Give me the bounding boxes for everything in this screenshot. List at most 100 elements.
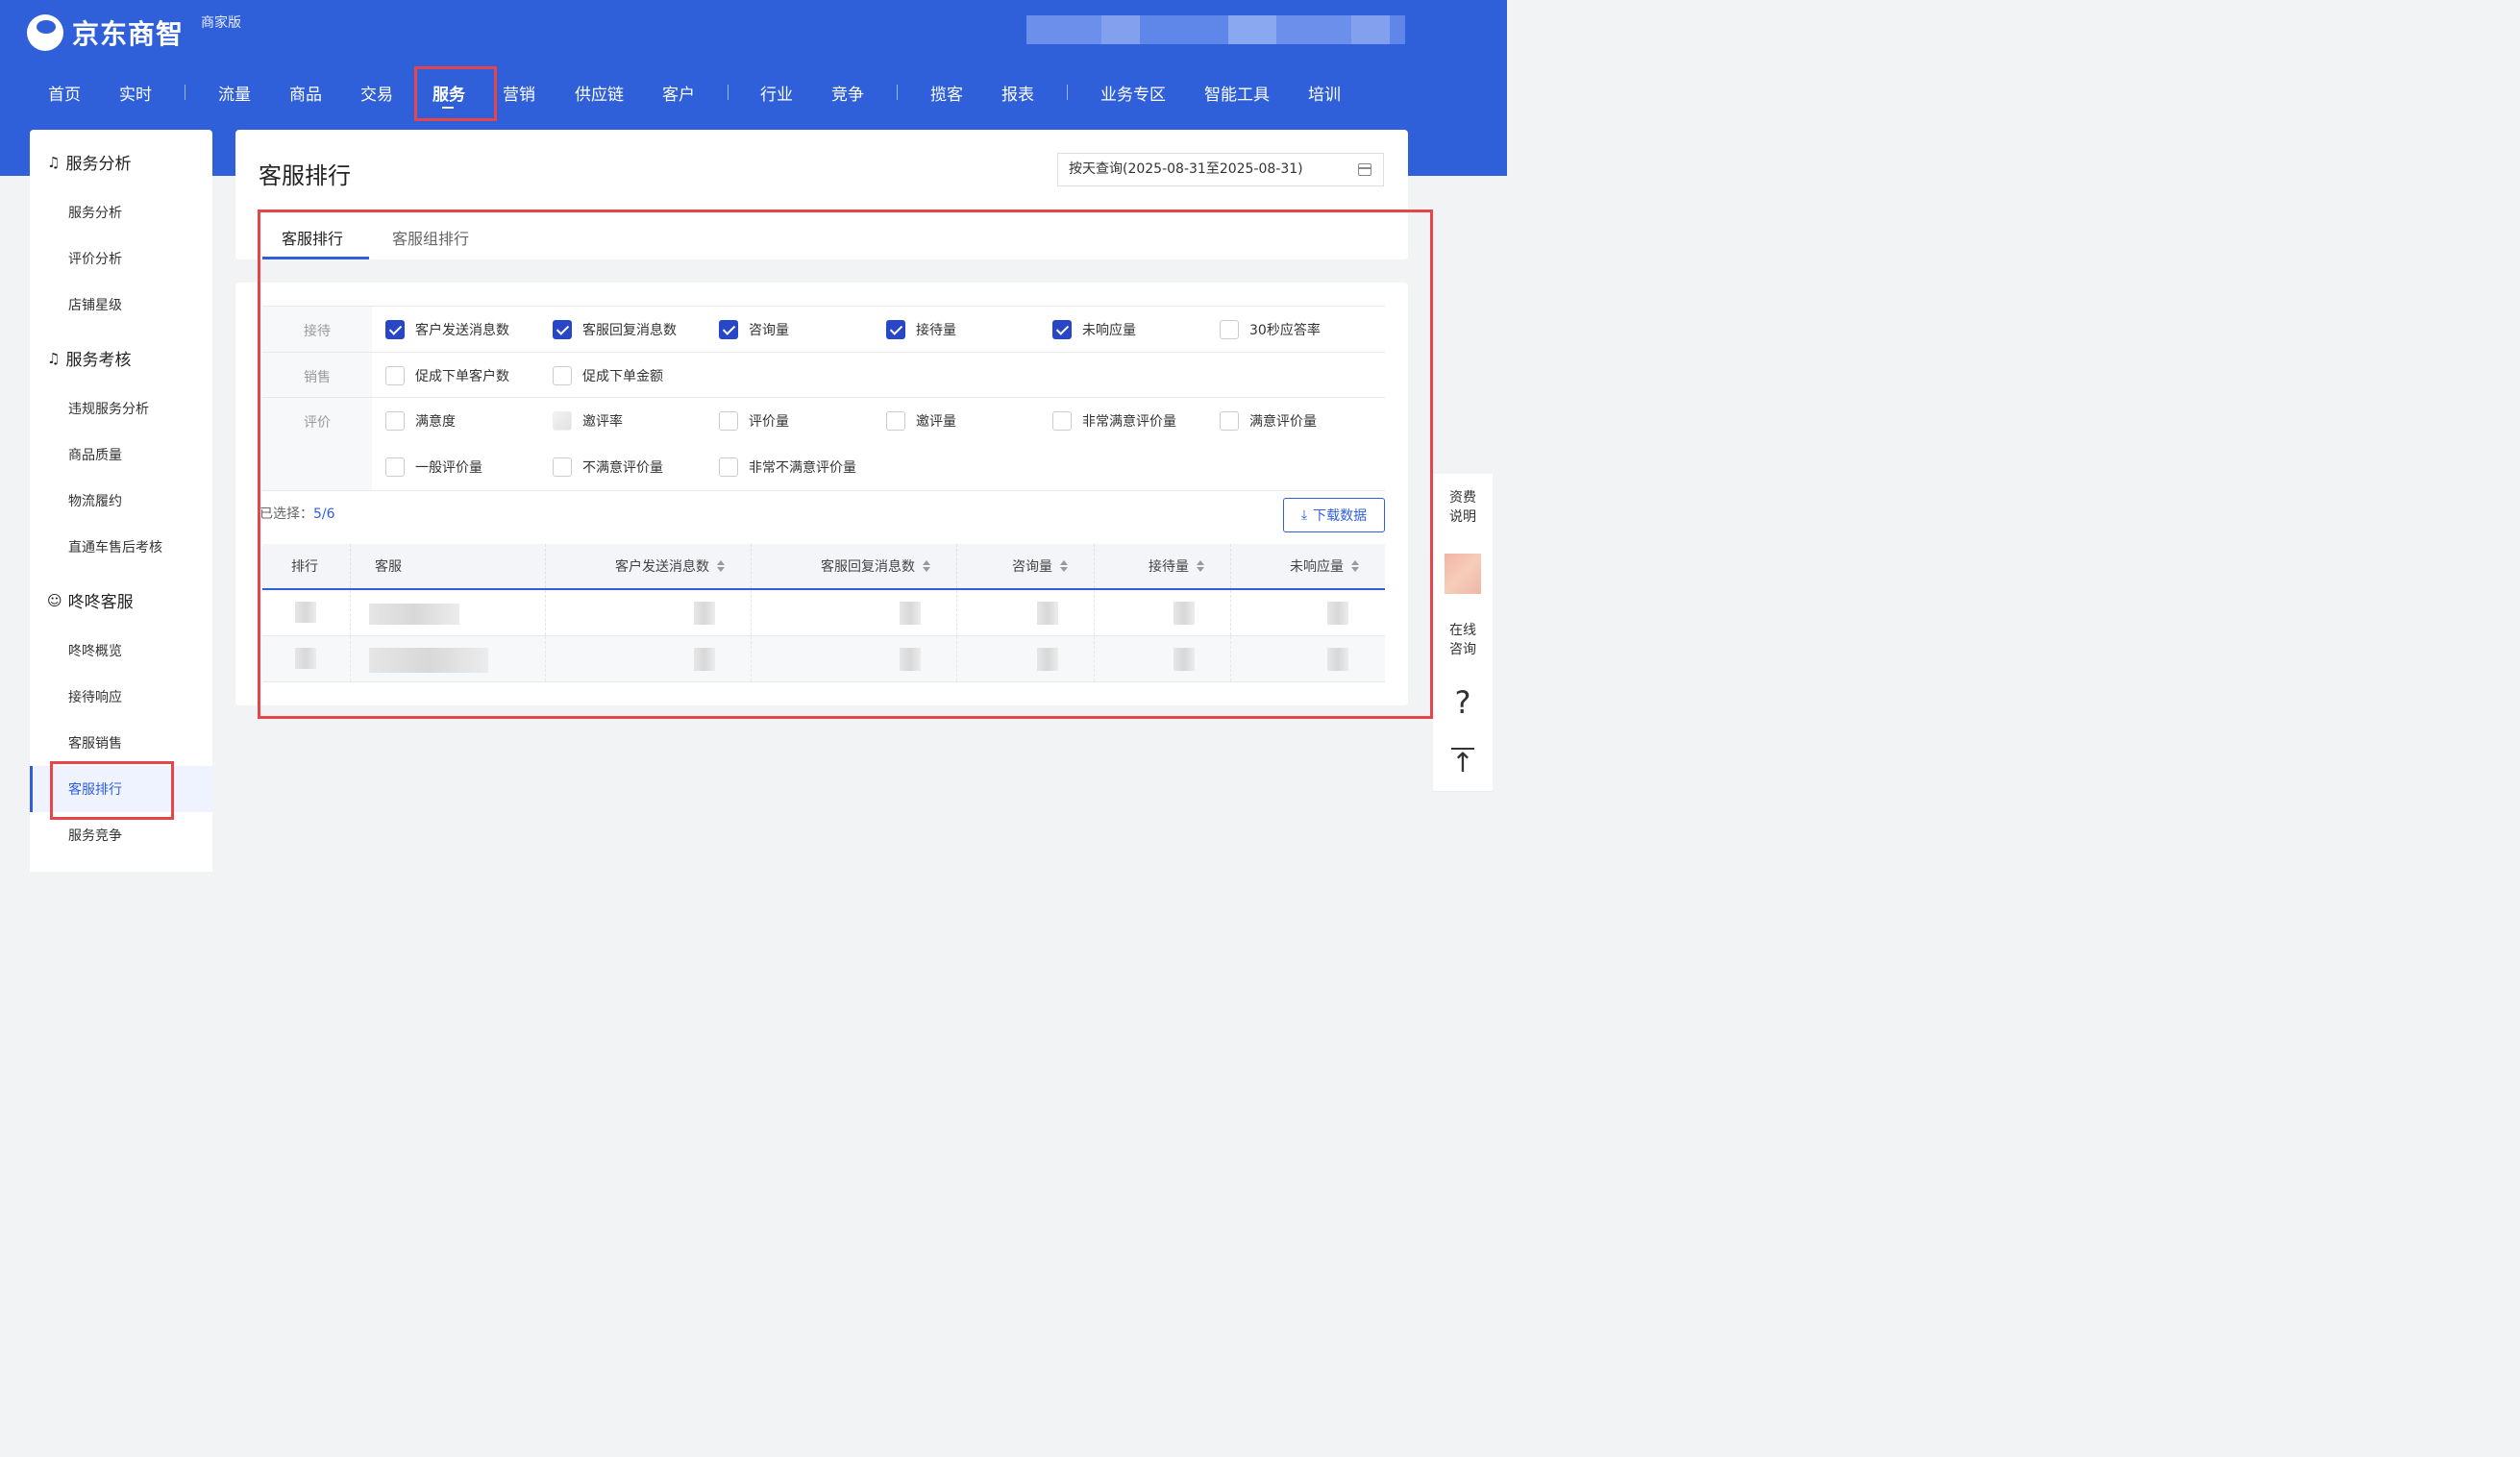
table-cell-blurred <box>957 636 1095 681</box>
nav-item-15[interactable]: 培训 <box>1308 81 1341 105</box>
metric-row-1: 销售 促成下单客户数 促成下单金额 <box>262 352 1385 397</box>
nav-separator <box>897 85 898 100</box>
metric-row-label: 接待 <box>262 307 372 352</box>
sidebar-item[interactable]: 客服销售 <box>68 733 122 753</box>
sidebar-item[interactable]: 违规服务分析 <box>68 399 149 418</box>
nav-item-9[interactable]: 行业 <box>760 81 793 105</box>
selected-count: 已选择：5/6 <box>259 504 335 523</box>
nav-item-8[interactable]: 客户 <box>662 81 695 105</box>
table-row[interactable] <box>262 590 1385 636</box>
nav-item-11[interactable]: 揽客 <box>930 81 963 105</box>
table-cell-blurred <box>351 636 546 681</box>
nav-item-1[interactable]: 实时 <box>119 81 152 105</box>
help-icon[interactable]: ? <box>1433 674 1493 732</box>
sidebar-item[interactable]: 服务分析 <box>68 203 122 222</box>
sort-icon[interactable] <box>717 560 725 572</box>
table-cell-blurred <box>1095 636 1231 681</box>
sort-icon[interactable] <box>1060 560 1068 572</box>
date-picker[interactable]: 按天查询(2025-08-31至2025-08-31) <box>1057 153 1384 186</box>
download-button[interactable]: ⤓ 下载数据 <box>1283 498 1385 532</box>
ranking-table: 排行 客服 客户发送消息数 客服回复消息数 咨询量 接待量 未响应量 <box>262 544 1385 682</box>
promo-thumbnail[interactable] <box>1433 541 1493 607</box>
column-header-label: 客户发送消息数 <box>615 559 709 575</box>
checkbox-icon <box>1052 411 1072 431</box>
metric-checkbox[interactable]: 非常不满意评价量 <box>719 457 856 477</box>
metric-checkbox[interactable]: 评价量 <box>719 411 789 431</box>
nav-item-7[interactable]: 供应链 <box>575 81 624 105</box>
metric-checkbox[interactable]: 促成下单金额 <box>553 366 663 385</box>
sidebar-item[interactable]: 店铺星级 <box>68 295 122 314</box>
nav-item-10[interactable]: 竞争 <box>831 81 864 105</box>
metric-checkbox[interactable]: 一般评价量 <box>385 457 482 477</box>
back-to-top-glyph: ↑ <box>1451 747 1474 778</box>
metric-checkbox[interactable]: 邀评量 <box>886 411 956 431</box>
sidebar-item[interactable]: 咚咚概览 <box>68 641 122 660</box>
metric-checkbox[interactable]: 客户发送消息数 <box>385 320 509 339</box>
sidebar-item[interactable]: 客服排行 <box>68 779 122 799</box>
brand-logo[interactable]: 京东商智 <box>27 13 184 52</box>
metric-checkbox-label: 评价量 <box>749 414 789 430</box>
metric-checkbox-label: 接待量 <box>916 323 956 338</box>
user-info-blurred[interactable] <box>1026 15 1405 44</box>
column-header[interactable]: 咨询量 <box>957 544 1095 588</box>
online-consult-button[interactable]: 在线 咨询 <box>1433 606 1493 675</box>
checkbox-icon <box>553 411 572 431</box>
metric-checkbox-label: 满意度 <box>415 414 456 430</box>
sort-icon[interactable] <box>1197 560 1204 572</box>
metric-checkbox[interactable]: 不满意评价量 <box>553 457 663 477</box>
column-header: 客服 <box>351 544 546 588</box>
metric-checkbox[interactable]: 30秒应答率 <box>1220 320 1321 339</box>
tab-agent-ranking[interactable]: 客服排行 <box>282 226 343 249</box>
checkbox-icon <box>886 411 905 431</box>
blurred-value <box>1037 648 1058 671</box>
blurred-value <box>1327 648 1348 671</box>
back-to-top-icon[interactable]: ↑ <box>1433 731 1493 792</box>
sort-icon[interactable] <box>1351 560 1359 572</box>
nav-item-0[interactable]: 首页 <box>48 81 81 105</box>
metric-checkbox[interactable]: 促成下单客户数 <box>385 366 509 385</box>
sidebar-group-1[interactable]: ♫ 服务考核 <box>47 346 131 371</box>
column-header[interactable]: 未响应量 <box>1231 544 1385 588</box>
sidebar-group-2[interactable]: ☺ 咚咚客服 <box>47 588 134 613</box>
sidebar-item[interactable]: 直通车售后考核 <box>68 537 162 556</box>
calendar-icon[interactable] <box>1358 163 1371 176</box>
metric-checkbox-label: 客户发送消息数 <box>415 323 509 338</box>
metric-checkbox[interactable]: 咨询量 <box>719 320 789 339</box>
promo-image <box>1445 554 1481 594</box>
nav-separator <box>1067 85 1068 100</box>
sidebar-item[interactable]: 服务竞争 <box>68 826 122 845</box>
sidebar-item[interactable]: 接待响应 <box>68 687 122 706</box>
sidebar-item[interactable]: 评价分析 <box>68 249 122 268</box>
metric-checkbox[interactable]: 接待量 <box>886 320 956 339</box>
column-header[interactable]: 客服回复消息数 <box>752 544 957 588</box>
column-header[interactable]: 客户发送消息数 <box>546 544 752 588</box>
metric-checkbox[interactable]: 满意度 <box>385 411 456 431</box>
sidebar-item[interactable]: 商品质量 <box>68 445 122 464</box>
metric-checkbox[interactable]: 客服回复消息数 <box>553 320 677 339</box>
checkbox-icon <box>1052 320 1072 339</box>
column-header[interactable]: 接待量 <box>1095 544 1231 588</box>
nav-item-5[interactable]: 服务 <box>432 81 465 105</box>
title-card: 客服排行 按天查询(2025-08-31至2025-08-31) 客服排行 客服… <box>235 130 1408 259</box>
metric-checkbox[interactable]: 满意评价量 <box>1220 411 1317 431</box>
sidebar-item[interactable]: 物流履约 <box>68 491 122 510</box>
table-row[interactable] <box>262 636 1385 682</box>
nav-item-4[interactable]: 交易 <box>360 81 393 105</box>
nav-item-2[interactable]: 流量 <box>218 81 251 105</box>
nav-item-13[interactable]: 业务专区 <box>1100 81 1166 105</box>
metric-row-label: 评价 <box>262 398 372 490</box>
nav-item-3[interactable]: 商品 <box>289 81 322 105</box>
metric-checkbox[interactable]: 非常满意评价量 <box>1052 411 1176 431</box>
metric-checkbox[interactable]: 未响应量 <box>1052 320 1136 339</box>
fee-info-button[interactable]: 资费 说明 <box>1433 474 1493 542</box>
metric-row-2: 评价 满意度 邀评率 评价量 邀评量 非常满意评价量 满意评价量 一般评价量 不满意评价量 非常不… <box>262 397 1385 491</box>
nav-item-6[interactable]: 营销 <box>503 81 535 105</box>
tab-group-ranking[interactable]: 客服组排行 <box>392 226 469 249</box>
selected-value: 5/6 <box>313 506 335 522</box>
sort-icon[interactable] <box>923 560 930 572</box>
table-cell-blurred <box>1231 590 1385 635</box>
sidebar-group-0[interactable]: ♫ 服务分析 <box>47 150 131 175</box>
nav-item-12[interactable]: 报表 <box>1001 81 1034 105</box>
nav-item-14[interactable]: 智能工具 <box>1204 81 1270 105</box>
metric-selector: 接待 客户发送消息数 客服回复消息数 咨询量 接待量 未响应量 30秒应答率 销售 促成下单客户… <box>262 306 1385 491</box>
